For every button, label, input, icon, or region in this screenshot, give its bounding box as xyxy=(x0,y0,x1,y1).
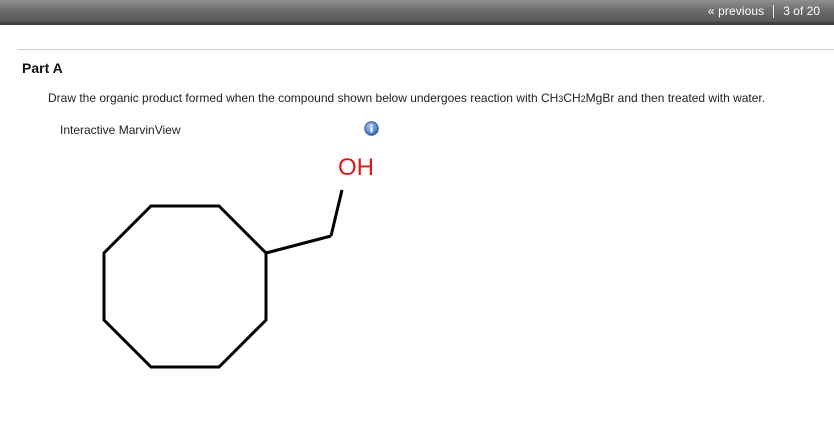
nav-divider xyxy=(773,4,775,18)
question-mid: CH xyxy=(563,91,581,105)
bond-ch2-to-oh xyxy=(329,189,344,237)
hydroxyl-label: OH xyxy=(338,154,374,181)
bond-ring-to-ch2 xyxy=(265,234,332,255)
top-toolbar: « previous 3 of 20 xyxy=(0,0,834,25)
part-title: Part A xyxy=(22,60,63,76)
subscript-3: 3 xyxy=(558,94,564,104)
pagination-nav: « previous 3 of 20 xyxy=(708,0,820,22)
molecule-drawing xyxy=(102,189,344,369)
subscript-2: 2 xyxy=(580,94,586,104)
question-text: Draw the organic product formed when the… xyxy=(48,91,765,105)
question-suffix: MgBr and then treated with water. xyxy=(585,91,766,105)
section-divider xyxy=(18,49,834,50)
previous-link[interactable]: « previous xyxy=(708,4,764,18)
viewer-label: Interactive MarvinView xyxy=(60,123,181,137)
page: « previous 3 of 20 Part A Draw the organ… xyxy=(0,0,834,421)
page-counter: 3 of 20 xyxy=(783,4,820,18)
question-prefix: Draw the organic product formed when the… xyxy=(48,91,559,105)
info-icon[interactable] xyxy=(364,121,379,136)
cyclooctane-ring xyxy=(102,204,268,369)
